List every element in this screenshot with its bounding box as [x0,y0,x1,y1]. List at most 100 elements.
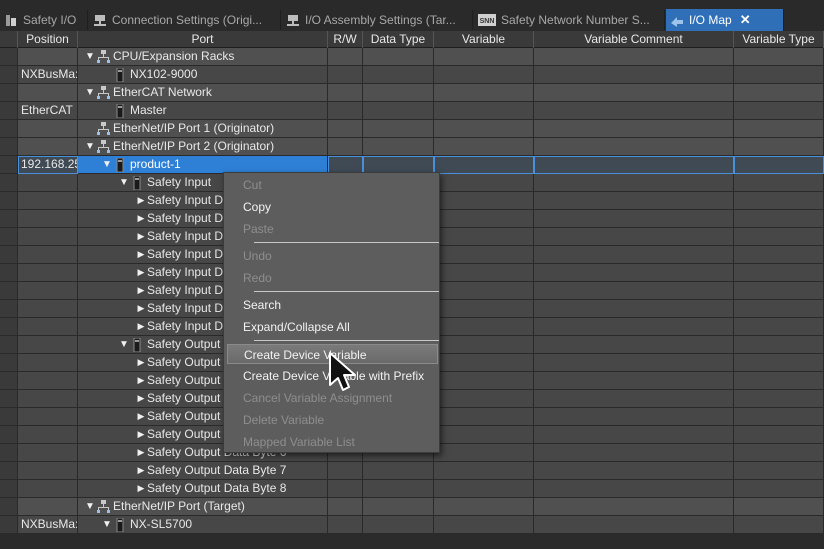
position-cell[interactable] [18,498,78,516]
variable-cell[interactable] [434,516,534,534]
collapse-arrow-icon[interactable]: ▶ [135,390,147,407]
table-row[interactable]: ▼ CPU/Expansion Racks [0,48,824,66]
variable-comment-cell[interactable] [534,120,734,138]
menu-item-redo[interactable]: Redo [227,268,438,288]
position-cell[interactable] [18,246,78,264]
expand-arrow-icon[interactable]: ▼ [84,84,96,101]
collapse-arrow-icon[interactable]: ▶ [135,408,147,425]
variable-cell[interactable] [434,156,534,174]
variable-cell[interactable] [434,390,534,408]
variable-type-cell[interactable] [734,444,824,462]
table-row[interactable]: EtherCAT I Master [0,102,824,120]
data-type-cell[interactable] [363,66,434,84]
data-type-cell[interactable] [363,138,434,156]
variable-cell[interactable] [434,498,534,516]
position-cell[interactable] [18,210,78,228]
variable-comment-cell[interactable] [534,408,734,426]
variable-comment-cell[interactable] [534,192,734,210]
position-cell[interactable] [18,192,78,210]
header-port[interactable]: Port [78,31,328,48]
variable-type-cell[interactable] [734,390,824,408]
position-cell[interactable]: NXBusMa: [18,66,78,84]
collapse-arrow-icon[interactable]: ▶ [135,300,147,317]
variable-cell[interactable] [434,336,534,354]
variable-comment-cell[interactable] [534,102,734,120]
variable-type-cell[interactable] [734,120,824,138]
variable-cell[interactable] [434,444,534,462]
variable-comment-cell[interactable] [534,372,734,390]
port-cell[interactable]: ▼ NX-SL5700 [78,516,328,534]
position-cell[interactable] [18,264,78,282]
table-row[interactable]: ▶ Safety Output Data Byte 8 [0,480,824,498]
table-row[interactable]: ▼ EtherCAT Network [0,84,824,102]
position-cell[interactable] [18,228,78,246]
tab-io-assembly-settings[interactable]: I/O Assembly Settings (Tar... [282,10,473,30]
variable-type-cell[interactable] [734,498,824,516]
menu-item-paste[interactable]: Paste [227,219,438,239]
position-cell[interactable]: EtherCAT I [18,102,78,120]
expand-arrow-icon[interactable]: ▼ [101,516,113,533]
rw-cell[interactable] [328,120,363,138]
position-cell[interactable] [18,300,78,318]
variable-cell[interactable] [434,408,534,426]
variable-cell[interactable] [434,246,534,264]
header-data-type[interactable]: Data Type [363,31,434,48]
position-cell[interactable] [18,390,78,408]
table-row[interactable]: EtherNet/IP Port 1 (Originator) [0,120,824,138]
tab-connection-settings[interactable]: Connection Settings (Origi... [89,10,281,30]
variable-cell[interactable] [434,192,534,210]
data-type-cell[interactable] [363,498,434,516]
rw-cell[interactable] [328,462,363,480]
port-cell[interactable]: ▼ EtherNet/IP Port (Target) [78,498,328,516]
variable-cell[interactable] [434,426,534,444]
variable-cell[interactable] [434,102,534,120]
variable-cell[interactable] [434,210,534,228]
position-cell[interactable] [18,444,78,462]
table-row[interactable]: ▼ EtherNet/IP Port (Target) [0,498,824,516]
variable-type-cell[interactable] [734,138,824,156]
variable-type-cell[interactable] [734,102,824,120]
header-variable[interactable]: Variable [434,31,534,48]
collapse-arrow-icon[interactable]: ▶ [135,426,147,443]
position-cell[interactable] [18,354,78,372]
position-cell[interactable] [18,120,78,138]
menu-item-undo[interactable]: Undo [227,246,438,266]
variable-comment-cell[interactable] [534,264,734,282]
header-variable-comment[interactable]: Variable Comment [534,31,734,48]
data-type-cell[interactable] [363,516,434,534]
collapse-arrow-icon[interactable]: ▶ [135,372,147,389]
variable-comment-cell[interactable] [534,210,734,228]
collapse-arrow-icon[interactable]: ▶ [135,264,147,281]
variable-type-cell[interactable] [734,156,824,174]
position-cell[interactable] [18,174,78,192]
variable-type-cell[interactable] [734,336,824,354]
variable-cell[interactable] [434,300,534,318]
variable-type-cell[interactable] [734,426,824,444]
variable-cell[interactable] [434,264,534,282]
variable-cell[interactable] [434,318,534,336]
rw-cell[interactable] [328,102,363,120]
table-row[interactable]: ▼ EtherNet/IP Port 2 (Originator) [0,138,824,156]
rw-cell[interactable] [328,84,363,102]
variable-type-cell[interactable] [734,210,824,228]
data-type-cell[interactable] [363,102,434,120]
variable-comment-cell[interactable] [534,480,734,498]
expand-arrow-icon[interactable]: ▼ [118,174,130,191]
data-type-cell[interactable] [363,480,434,498]
variable-cell[interactable] [434,174,534,192]
position-cell[interactable] [18,336,78,354]
variable-comment-cell[interactable] [534,228,734,246]
variable-type-cell[interactable] [734,174,824,192]
collapse-arrow-icon[interactable]: ▶ [135,228,147,245]
variable-comment-cell[interactable] [534,84,734,102]
variable-type-cell[interactable] [734,228,824,246]
collapse-arrow-icon[interactable]: ▶ [135,210,147,227]
collapse-arrow-icon[interactable]: ▶ [135,444,147,461]
expand-arrow-icon[interactable]: ▼ [84,498,96,515]
port-cell[interactable]: ▼ CPU/Expansion Racks [78,48,328,66]
variable-comment-cell[interactable] [534,318,734,336]
variable-comment-cell[interactable] [534,462,734,480]
menu-item-delete-variable[interactable]: Delete Variable [227,410,438,430]
collapse-arrow-icon[interactable]: ▶ [135,246,147,263]
variable-type-cell[interactable] [734,300,824,318]
